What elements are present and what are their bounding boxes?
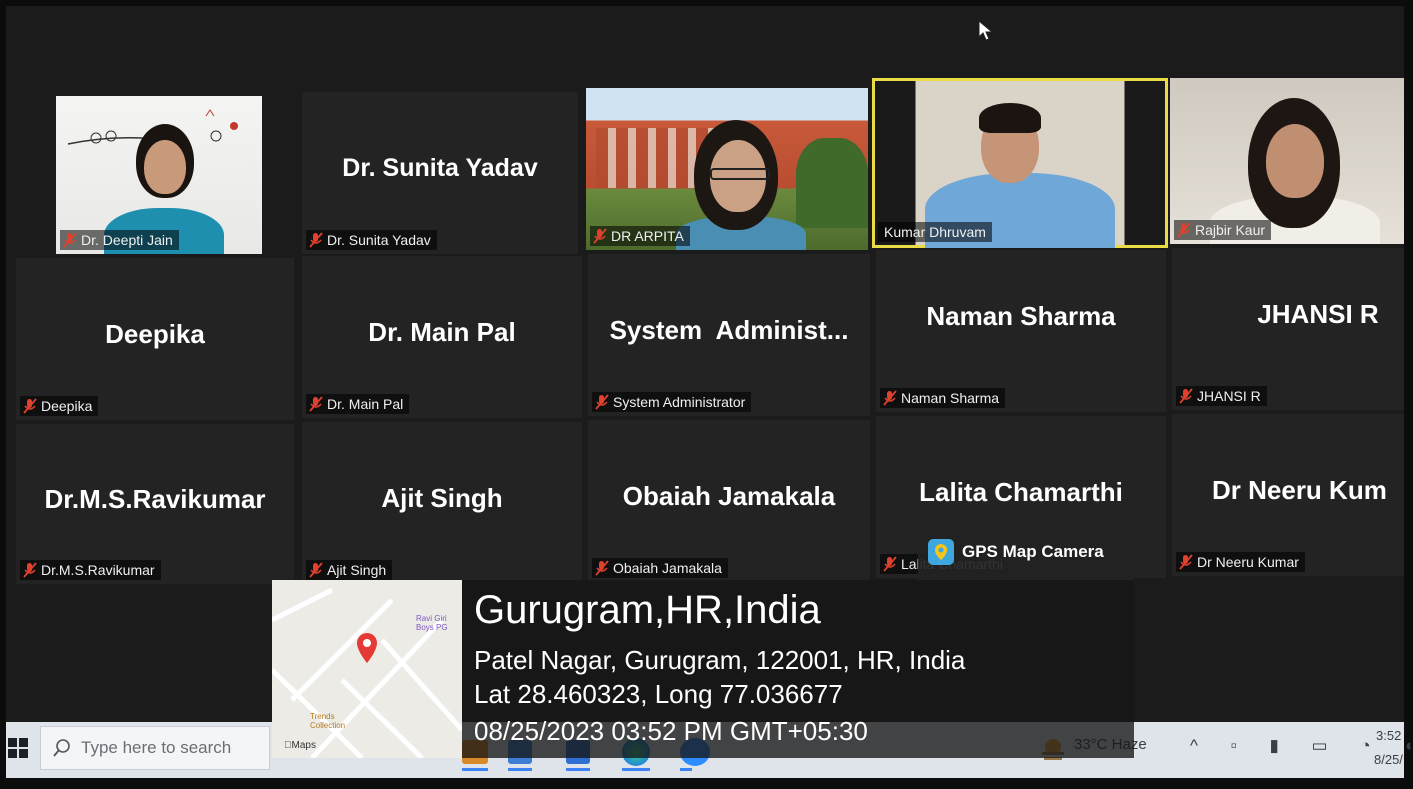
participant-display-name: System Administ... [609, 314, 849, 345]
participant-display-name: JHANSI R [1257, 298, 1379, 329]
participant-name: Dr Neeru Kumar [1197, 554, 1299, 570]
participant-name-tag: Ajit Singh [306, 560, 393, 580]
participant-display-name: Ajit Singh [381, 482, 503, 513]
muted-mic-icon [309, 396, 323, 412]
gps-map-camera-badge: GPS Map Camera [918, 523, 1134, 581]
participant-name: Kumar Dhruvam [884, 224, 986, 240]
participant-display-name: Dr. Sunita Yadav [342, 153, 538, 182]
map-poi-label: Trends Collection [310, 712, 346, 730]
participant-tile[interactable]: Deepika Deepika [16, 258, 294, 420]
gps-datetime: 08/25/2023 03:52 PM GMT+05:30 [474, 716, 868, 746]
participant-display-name: Dr.M.S.Ravikumar [44, 483, 266, 514]
participant-tile[interactable]: System Administ... System Administrator [588, 254, 870, 416]
participant-tile[interactable]: Obaiah Jamakala Obaiah Jamakala [588, 420, 870, 582]
participant-tile[interactable]: Dr. Deepti Jain [56, 96, 262, 254]
participant-display-name: Naman Sharma [926, 300, 1116, 331]
taskbar-running-indicators [462, 768, 692, 771]
map-streets [272, 587, 462, 758]
participant-tile[interactable]: JHANSI R JHANSI R [1172, 248, 1404, 410]
participant-name: Rajbir Kaur [1195, 222, 1266, 238]
participant-tile[interactable]: Naman Sharma Naman Sharma [876, 250, 1166, 412]
participant-name: Dr. Sunita Yadav [327, 232, 431, 248]
participant-tile[interactable]: Ajit Singh Ajit Singh [302, 422, 582, 584]
clock-date[interactable]: 8/25/ [1374, 752, 1403, 767]
participant-display-name: Lalita Chamarthi [919, 476, 1123, 507]
muted-mic-icon [23, 398, 37, 414]
participant-name-tag: System Administrator [592, 392, 752, 412]
participant-name: Ajit Singh [327, 562, 387, 578]
participant-name-tag: Deepika [20, 396, 99, 416]
muted-mic-icon [309, 562, 323, 578]
search-placeholder: Type here to search [81, 738, 232, 757]
muted-mic-icon [1179, 554, 1193, 570]
apple-maps-logo: Maps [284, 740, 316, 751]
participant-tile[interactable]: Dr.M.S.Ravikumar Dr.M.S.Ravikumar [16, 424, 294, 584]
muted-mic-icon [595, 394, 609, 410]
gps-badge-label: GPS Map Camera [962, 542, 1104, 561]
gps-camera-app-icon [928, 539, 954, 565]
windows-start-icon[interactable] [8, 738, 28, 758]
muted-mic-icon [593, 228, 607, 244]
mouse-cursor-icon [978, 20, 994, 41]
gps-city: Gurugram,HR,India [474, 588, 821, 632]
participant-name: System Administrator [613, 394, 746, 410]
participant-tile[interactable]: Dr Neeru Kum Dr Neeru Kumar [1172, 414, 1404, 576]
participant-name-tag: JHANSI R [1176, 386, 1267, 406]
participant-name-tag: Dr Neeru Kumar [1176, 552, 1305, 572]
taskbar-search-box[interactable]: Type here to search [40, 726, 270, 770]
participant-name-tag: Naman Sharma [880, 388, 1006, 408]
participant-name-tag: Dr. Sunita Yadav [306, 230, 437, 250]
muted-mic-icon [883, 390, 897, 406]
participant-tile[interactable]: DR ARPITA [586, 88, 868, 250]
muted-mic-icon [1179, 388, 1193, 404]
participant-name: JHANSI R [1197, 388, 1261, 404]
participant-name: Deepika [41, 398, 93, 414]
participant-tile[interactable]: Dr. Main Pal Dr. Main Pal [302, 256, 582, 418]
participant-name: Obaiah Jamakala [613, 560, 722, 576]
participant-name-tag: Dr. Deepti Jain [60, 230, 179, 250]
participant-display-name: Obaiah Jamakala [622, 480, 836, 511]
participant-tile-active-speaker[interactable]: Kumar Dhruvam [872, 78, 1168, 248]
muted-mic-icon [883, 556, 897, 572]
participant-name: Dr.M.S.Ravikumar [41, 562, 155, 578]
participant-name-tag: Dr.M.S.Ravikumar [20, 560, 161, 580]
participant-name-tag: Kumar Dhruvam [878, 222, 992, 242]
muted-mic-icon [63, 232, 77, 248]
participant-name: Dr. Main Pal [327, 396, 404, 412]
participant-name-tag: DR ARPITA [590, 226, 690, 246]
gps-address: Patel Nagar, Gurugram, 122001, HR, India [474, 645, 966, 675]
participant-video [875, 81, 1165, 248]
muted-mic-icon [1177, 222, 1191, 238]
participant-display-name: Dr Neeru Kum [1212, 474, 1387, 505]
participant-display-name: Deepika [105, 318, 205, 349]
gps-mini-map: Ravi Giri Boys PG Trends Collection Map… [272, 580, 462, 758]
muted-mic-icon [23, 562, 37, 578]
participant-tile[interactable]: Rajbir Kaur [1170, 78, 1404, 244]
participant-display-name: Dr. Main Pal [368, 316, 516, 347]
participant-name-tag: Rajbir Kaur [1174, 220, 1272, 240]
map-poi-label: Ravi Giri Boys PG [416, 614, 448, 632]
location-pin-icon [357, 633, 377, 663]
clock-time[interactable]: 3:52 [1376, 728, 1401, 743]
participant-name-tag: Dr. Main Pal [306, 394, 410, 414]
search-icon [53, 739, 70, 757]
gps-coordinates: Lat 28.460323, Long 77.036677 [474, 679, 843, 709]
muted-mic-icon [595, 560, 609, 576]
participant-name-tag: Obaiah Jamakala [592, 558, 728, 578]
muted-mic-icon [309, 232, 323, 248]
participant-name: Dr. Deepti Jain [81, 232, 173, 248]
participant-name: DR ARPITA [611, 228, 684, 244]
participant-name: Naman Sharma [901, 390, 1000, 406]
participant-tile[interactable]: Dr. Sunita Yadav Dr. Sunita Yadav [302, 92, 578, 254]
